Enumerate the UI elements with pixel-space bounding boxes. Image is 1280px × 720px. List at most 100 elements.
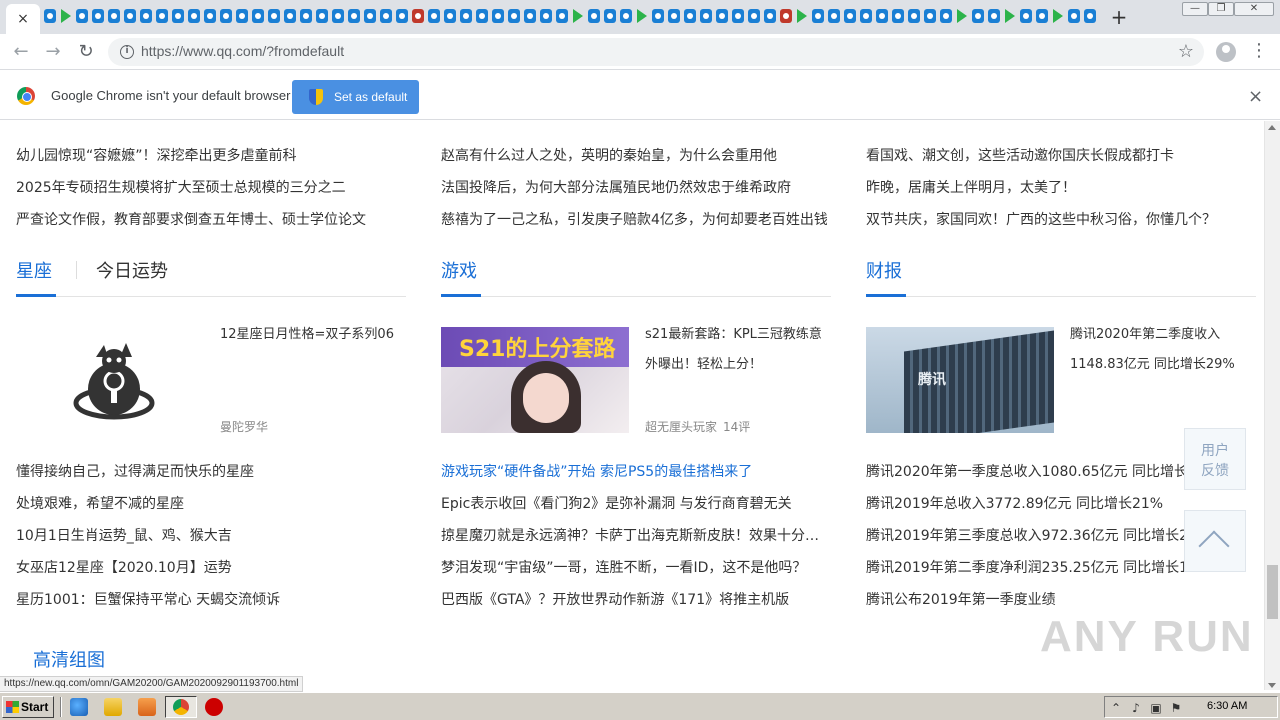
maximize-button[interactable]: ❐ <box>1208 2 1234 16</box>
tab-favicon-icon[interactable] <box>650 8 666 24</box>
tab-favicon-icon[interactable] <box>522 8 538 24</box>
tab-favicon-icon[interactable] <box>682 8 698 24</box>
tray-expand-icon[interactable]: ⌃ <box>1109 701 1123 715</box>
tab-favicon-icon[interactable] <box>426 8 442 24</box>
tab-favicon-icon[interactable] <box>1066 8 1082 24</box>
address-bar[interactable]: i https://www.qq.com/?fromdefault ☆ <box>108 38 1204 66</box>
tab-favicon-icon[interactable] <box>394 8 410 24</box>
tab-favicon-icon[interactable] <box>202 8 218 24</box>
alert-icon[interactable] <box>205 698 223 716</box>
tab-favicon-icon[interactable] <box>74 8 90 24</box>
news-link[interactable]: 掠星魔刃就是永远滴神？卡萨丁出海克斯新皮肤！效果十分… <box>441 525 821 545</box>
tab-favicon-icon[interactable] <box>282 8 298 24</box>
feature-caption-line1[interactable]: s21最新套路：KPL三冠教练意 <box>645 320 822 350</box>
back-to-top-button[interactable] <box>1184 510 1246 572</box>
tab-play-favicon-icon[interactable] <box>1050 8 1066 24</box>
news-link[interactable]: 星历1001：巨蟹保持平常心 天蝎交流倾诉 <box>16 589 280 609</box>
tab-favicon-icon[interactable] <box>730 8 746 24</box>
window-close-button[interactable]: ✕ <box>1234 2 1274 16</box>
news-link[interactable]: 看国戏、潮文创，这些活动邀你国庆长假成都打卡 <box>866 145 1174 165</box>
tab-favicon-icon[interactable] <box>714 8 730 24</box>
tab-favicon-icon[interactable] <box>970 8 986 24</box>
tab-favicon-icon[interactable] <box>554 8 570 24</box>
tab-favicon-icon[interactable] <box>762 8 778 24</box>
tab-favicon-icon[interactable] <box>234 8 250 24</box>
tab-favicon-icon[interactable] <box>362 8 378 24</box>
tab-favicon-icon[interactable] <box>842 8 858 24</box>
news-link[interactable]: 处境艰难，希望不减的星座 <box>16 493 184 513</box>
tab-favicon-icon[interactable] <box>474 8 490 24</box>
news-link[interactable]: 女巫店12星座【2020.10月】运势 <box>16 557 232 577</box>
tab-favicon-icon[interactable] <box>330 8 346 24</box>
tab-favicon-icon[interactable] <box>826 8 842 24</box>
chrome-menu-icon[interactable]: ⋮ <box>1250 40 1268 61</box>
site-info-icon[interactable]: i <box>120 45 134 59</box>
news-link[interactable]: 10月1日生肖运势_鼠、鸡、猴大吉 <box>16 525 232 545</box>
tab-favicon-icon[interactable] <box>618 8 634 24</box>
tab-favicon-icon[interactable] <box>1034 8 1050 24</box>
news-link[interactable]: Epic表示收回《看门狗2》是弥补漏洞 与发行商育碧无关 <box>441 493 792 513</box>
minimize-button[interactable]: — <box>1182 2 1208 16</box>
news-link[interactable]: 昨晚，居庸关上伴明月，太美了！ <box>866 177 1076 197</box>
internet-explorer-icon[interactable] <box>70 698 88 716</box>
tab-play-favicon-icon[interactable] <box>570 8 586 24</box>
new-tab-button[interactable]: + <box>1108 6 1130 28</box>
feature-comment-count[interactable]: 14评 <box>723 418 750 435</box>
tab-horoscope[interactable]: 星座 <box>16 257 52 283</box>
tab-favicon-icon[interactable] <box>42 8 58 24</box>
news-link[interactable]: 双节共庆，家国同欢！广西的这些中秋习俗，你懂几个？ <box>866 209 1216 229</box>
active-tab[interactable]: × <box>6 4 40 34</box>
games-thumbnail[interactable]: S21的上分套路 <box>441 327 629 433</box>
scrollbar-thumb[interactable] <box>1267 565 1278 619</box>
news-link[interactable]: 巴西版《GTA》？开放世界动作新游《171》将推主机版 <box>441 589 789 609</box>
tab-favicon-icon[interactable] <box>218 8 234 24</box>
news-link[interactable]: 懂得接纳自己，过得满足而快乐的星座 <box>16 461 254 481</box>
tab-favicon-icon[interactable] <box>458 8 474 24</box>
tab-favicon-icon[interactable] <box>906 8 922 24</box>
tab-favicon-icon[interactable] <box>442 8 458 24</box>
tab-favicon-icon[interactable] <box>586 8 602 24</box>
news-link[interactable]: 腾讯2019年第二季度净利润235.25亿元 同比增长19% <box>866 557 1184 577</box>
tab-favicon-icon[interactable] <box>698 8 714 24</box>
tab-favicon-icon[interactable] <box>874 8 890 24</box>
clipped-news-line[interactable] <box>16 121 406 129</box>
reload-button[interactable]: ↻ <box>75 41 97 63</box>
scroll-up-arrow-icon[interactable] <box>1268 125 1276 130</box>
tab-favicon-icon[interactable] <box>938 8 954 24</box>
feature-author[interactable]: 超无厘头玩家 <box>645 418 717 435</box>
forward-button[interactable]: → <box>42 41 64 63</box>
network-icon[interactable]: ▣ <box>1149 701 1163 715</box>
media-player-icon[interactable] <box>138 698 156 716</box>
tab-favicon-icon[interactable] <box>1082 8 1098 24</box>
start-button[interactable]: Start <box>2 696 54 718</box>
feature-caption-line1[interactable]: 腾讯2020年第二季度收入 <box>1070 320 1220 350</box>
tab-favicon-icon[interactable] <box>122 8 138 24</box>
feature-caption-line2[interactable]: 外曝出！轻松上分！ <box>645 350 762 380</box>
url-text[interactable]: https://www.qq.com/?fromdefault <box>141 43 344 59</box>
news-link[interactable]: 2025年专硕招生规模将扩大至硕士总规模的三分之二 <box>16 177 346 197</box>
tab-favicon-icon[interactable] <box>746 8 762 24</box>
tab-favicon-icon[interactable] <box>1018 8 1034 24</box>
tab-favicon-icon[interactable] <box>138 8 154 24</box>
news-link[interactable]: 腾讯2019年总收入3772.89亿元 同比增长21% <box>866 493 1163 513</box>
news-link[interactable]: 幼儿园惊现“容嬷嬷”！深挖牵出更多虐童前科 <box>16 145 297 165</box>
infobar-close-icon[interactable]: × <box>1248 86 1263 107</box>
action-center-flag-icon[interactable]: ⚑ <box>1169 701 1183 715</box>
section-title-gallery[interactable]: 高清组图 <box>33 646 105 672</box>
volume-icon[interactable]: ♪ <box>1129 701 1143 715</box>
finance-thumbnail[interactable]: 腾讯 <box>866 327 1054 433</box>
news-link[interactable]: 腾讯公布2019年第一季度业绩 <box>866 589 1056 609</box>
feature-caption-line2[interactable]: 1148.83亿元 同比增长29% <box>1070 350 1235 380</box>
tab-favicon-icon[interactable] <box>666 8 682 24</box>
set-as-default-button[interactable]: Set as default <box>292 80 419 114</box>
tab-play-favicon-icon[interactable] <box>1002 8 1018 24</box>
tab-favicon-icon[interactable] <box>378 8 394 24</box>
page-scrollbar[interactable] <box>1264 121 1280 690</box>
tab-daily-fortune[interactable]: 今日运势 <box>96 257 168 283</box>
chrome-taskbar-button[interactable] <box>165 696 197 718</box>
tab-favicon-icon[interactable] <box>810 8 826 24</box>
tab-favicon-icon[interactable] <box>858 8 874 24</box>
tab-play-favicon-icon[interactable] <box>794 8 810 24</box>
scroll-down-arrow-icon[interactable] <box>1268 683 1276 688</box>
tab-games[interactable]: 游戏 <box>441 257 477 283</box>
